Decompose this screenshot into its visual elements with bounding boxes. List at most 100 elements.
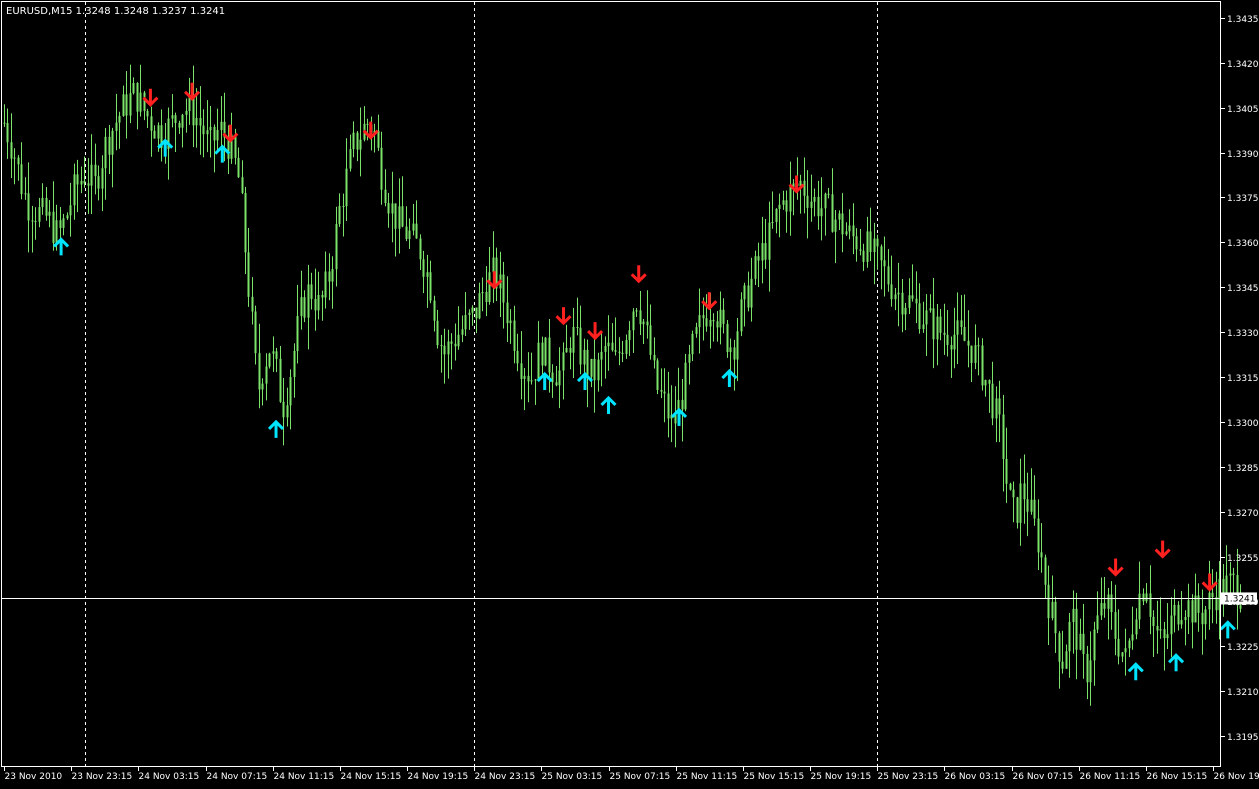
price-bar-body bbox=[77, 174, 79, 184]
price-bar-body bbox=[821, 208, 823, 216]
price-bar-body bbox=[472, 308, 474, 313]
price-bar-body bbox=[1181, 620, 1183, 624]
price-bar-body bbox=[762, 243, 764, 260]
price-bar-body bbox=[98, 176, 100, 188]
price-bar-body bbox=[923, 324, 925, 329]
price-bar-body bbox=[996, 398, 998, 418]
price-bar-body bbox=[741, 299, 743, 331]
price-bar-body bbox=[853, 226, 855, 237]
price-bar-body bbox=[867, 231, 869, 261]
price-bar-body bbox=[961, 320, 963, 327]
x-tick-label: 26 Nov 07:15 bbox=[1013, 772, 1074, 782]
price-bar-body bbox=[325, 272, 327, 298]
price-bar-body bbox=[360, 140, 362, 150]
price-bar-body bbox=[507, 303, 509, 324]
y-tick-label: 1.3405 bbox=[1227, 105, 1259, 115]
price-bar-body bbox=[790, 187, 792, 212]
price-bar-body bbox=[668, 394, 670, 419]
price-bar-body bbox=[528, 376, 530, 381]
price-bar-body bbox=[758, 256, 760, 260]
price-bar-body bbox=[535, 379, 537, 380]
price-bar-body bbox=[1087, 654, 1089, 682]
price-bar-body bbox=[259, 353, 261, 389]
price-bar-body bbox=[517, 351, 519, 363]
x-tick-label: 24 Nov 23:15 bbox=[475, 772, 536, 782]
price-bar-body bbox=[406, 227, 408, 239]
price-bar-body bbox=[32, 220, 34, 221]
price-bar-body bbox=[989, 380, 991, 384]
price-bar-body bbox=[514, 321, 516, 351]
price-bar-body bbox=[849, 226, 851, 232]
price-bar-body bbox=[895, 294, 897, 299]
price-bar-body bbox=[276, 351, 278, 358]
price-bar-body bbox=[123, 94, 125, 116]
price-bar-body bbox=[11, 142, 13, 158]
price-bar-body bbox=[430, 272, 432, 300]
price-bar-body bbox=[126, 94, 128, 115]
price-bar-body bbox=[978, 345, 980, 346]
price-bar-body bbox=[1031, 500, 1033, 512]
price-bar-body bbox=[503, 274, 505, 302]
price-chart[interactable]: 1.34351.34201.34051.33901.33751.33601.33… bbox=[0, 0, 1259, 785]
price-bar-body bbox=[290, 377, 292, 405]
price-bar-body bbox=[937, 317, 939, 340]
price-bar-body bbox=[713, 320, 715, 321]
price-bar-body bbox=[273, 351, 275, 353]
price-bar-body bbox=[964, 327, 966, 341]
price-bar-body bbox=[1160, 629, 1162, 630]
price-bar-body bbox=[28, 193, 30, 220]
price-bar-body bbox=[1097, 615, 1099, 629]
chart-window[interactable]: 1.34351.34201.34051.33901.33751.33601.33… bbox=[0, 0, 1259, 785]
price-bar-body bbox=[699, 315, 701, 327]
price-bar-body bbox=[311, 284, 313, 299]
price-bar-body bbox=[437, 321, 439, 345]
price-bar-body bbox=[74, 174, 76, 205]
price-bar-body bbox=[308, 284, 310, 317]
y-tick-label: 1.3345 bbox=[1227, 284, 1259, 294]
price-bar-body bbox=[444, 346, 446, 355]
price-bar-body bbox=[682, 400, 684, 409]
price-bar-body bbox=[999, 398, 1001, 414]
price-bar-body bbox=[531, 380, 533, 381]
price-bar-body bbox=[1048, 585, 1050, 618]
y-tick-label: 1.3285 bbox=[1227, 464, 1259, 474]
price-bar-body bbox=[622, 353, 624, 354]
price-bar-body bbox=[343, 206, 345, 207]
price-bar-body bbox=[689, 354, 691, 362]
price-bar-body bbox=[982, 346, 984, 386]
price-bar-body bbox=[95, 165, 97, 176]
price-bar-body bbox=[601, 352, 603, 360]
price-bar-body bbox=[1195, 596, 1197, 623]
price-bar-body bbox=[297, 316, 299, 351]
price-bar-body bbox=[779, 205, 781, 209]
price-bar-body bbox=[1115, 612, 1117, 639]
price-bar-body bbox=[214, 127, 216, 141]
price-bar-body bbox=[580, 328, 582, 365]
price-bar-body bbox=[1146, 593, 1148, 601]
price-bar-body bbox=[573, 327, 575, 353]
x-tick-label: 23 Nov 2010 bbox=[5, 772, 63, 782]
price-bar-body bbox=[1003, 414, 1005, 459]
price-bar-body bbox=[612, 343, 614, 350]
price-bar-body bbox=[703, 315, 705, 318]
price-bar-body bbox=[416, 224, 418, 239]
price-bar-body bbox=[968, 341, 970, 346]
price-bar-body bbox=[1052, 602, 1054, 618]
price-bar-body bbox=[1027, 499, 1029, 512]
price-bar-body bbox=[489, 272, 491, 302]
price-bar-body bbox=[804, 181, 806, 196]
price-bar-body bbox=[783, 200, 785, 204]
price-bar-body bbox=[874, 239, 876, 252]
price-bar-body bbox=[769, 223, 771, 260]
price-bar-body bbox=[884, 260, 886, 266]
price-bar-body bbox=[654, 355, 656, 361]
price-bar-body bbox=[245, 193, 247, 252]
price-bar-body bbox=[786, 200, 788, 211]
price-bar-body bbox=[67, 215, 69, 218]
price-bar-body bbox=[1136, 619, 1138, 634]
price-bar-body bbox=[248, 252, 250, 297]
x-tick-label: 26 Nov 19:15 bbox=[1214, 772, 1259, 782]
price-bar-body bbox=[1045, 557, 1047, 584]
price-bar-body bbox=[545, 338, 547, 366]
price-bar-body bbox=[301, 297, 303, 316]
